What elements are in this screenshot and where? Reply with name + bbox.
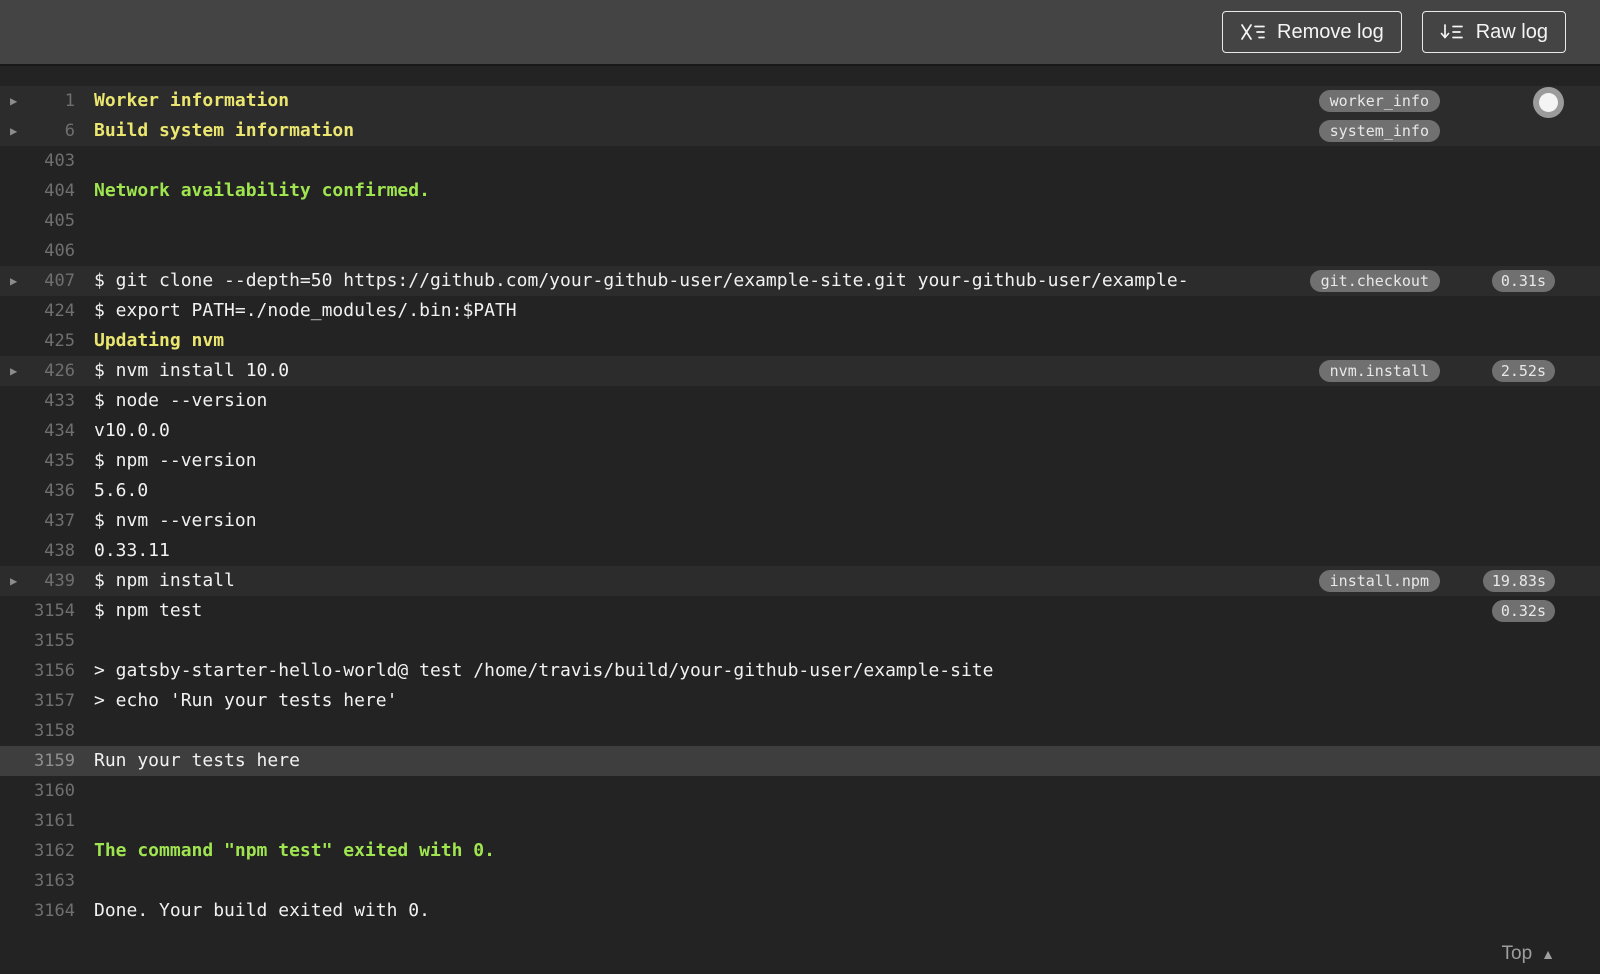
log-text: Done. Your build exited with 0. <box>94 900 430 921</box>
remove-log-label: Remove log <box>1277 20 1384 43</box>
stage-tag-badge: install.npm <box>1318 570 1440 592</box>
line-number-link[interactable]: 3164 <box>0 896 75 926</box>
log-text: Worker information <box>94 90 290 111</box>
line-number-link[interactable]: 405 <box>0 206 75 236</box>
stage-tag-badge: worker_info <box>1318 90 1440 112</box>
remove-log-button[interactable]: Remove log <box>1222 11 1402 53</box>
line-number-link[interactable]: 3161 <box>0 806 75 836</box>
log-row: 424 $ export PATH=./node_modules/.bin:$PA… <box>0 296 1600 326</box>
line-number-link[interactable]: 3160 <box>0 776 75 806</box>
log-row: 434 v10.0.0 <box>0 416 1600 446</box>
line-number-link[interactable]: 433 <box>0 386 75 416</box>
line-number-link[interactable]: 3159 <box>0 746 75 776</box>
log-text: v10.0.0 <box>94 420 170 441</box>
log-row: 403 <box>0 146 1600 176</box>
stage-tag-badge: git.checkout <box>1309 270 1440 292</box>
line-number-link[interactable]: 434 <box>0 416 75 446</box>
log-row: 406 <box>0 236 1600 266</box>
log-row: 437 $ nvm --version <box>0 506 1600 536</box>
log-row: ▶ 1 Worker information worker_info <box>0 86 1600 116</box>
line-number-link[interactable]: 6 <box>0 116 75 146</box>
log-text: 0.33.11 <box>94 540 170 561</box>
line-number-link[interactable]: 426 <box>0 356 75 386</box>
log-row: 436 5.6.0 <box>0 476 1600 506</box>
arrow-up-icon: ▲ <box>1541 946 1555 962</box>
line-number-link[interactable]: 435 <box>0 446 75 476</box>
line-number-link[interactable]: 403 <box>0 146 75 176</box>
log-text: 5.6.0 <box>94 480 149 501</box>
line-number-link[interactable]: 407 <box>0 266 75 296</box>
log-row: 3156 > gatsby-starter-hello-world@ test /… <box>0 656 1600 686</box>
build-log: ▶ 1 Worker information worker_info ▶ 6 Build s… <box>0 66 1600 934</box>
log-text: > gatsby-starter-hello-world@ test /home… <box>94 660 994 681</box>
log-text: Updating nvm <box>94 330 225 351</box>
raw-log-label: Raw log <box>1475 20 1548 43</box>
log-toolbar: Remove log Raw log <box>0 0 1600 66</box>
raw-log-icon <box>1440 23 1465 41</box>
log-text: $ git clone --depth=50 https://github.co… <box>94 270 1189 291</box>
log-row: 3158 <box>0 716 1600 746</box>
duration-badge: 0.31s <box>1491 270 1555 292</box>
log-row: 404 Network availability confirmed. <box>0 176 1600 206</box>
log-row: ▶ 407 $ git clone --depth=50 https://githu… <box>0 266 1600 296</box>
stage-tag-badge: system_info <box>1318 120 1440 142</box>
line-number-link[interactable]: 404 <box>0 176 75 206</box>
line-number-link[interactable]: 3154 <box>0 596 75 626</box>
log-text: Build system information <box>94 120 355 141</box>
line-number-link[interactable]: 439 <box>0 566 75 596</box>
log-row: ▶ 426 $ nvm install 10.0 nvm.install 2.52s <box>0 356 1600 386</box>
log-text: $ nvm install 10.0 <box>94 360 290 381</box>
scroll-to-top-link[interactable]: Top ▲ <box>0 934 1600 974</box>
log-text: Run your tests here <box>94 750 300 771</box>
scroll-indicator-dot <box>1539 93 1558 112</box>
remove-log-icon <box>1240 23 1266 41</box>
log-row: 3164 Done. Your build exited with 0. <box>0 896 1600 926</box>
log-text: $ nvm --version <box>94 510 257 531</box>
log-row: 433 $ node --version <box>0 386 1600 416</box>
line-number-link[interactable]: 437 <box>0 506 75 536</box>
stage-tag-badge: nvm.install <box>1318 360 1440 382</box>
log-text: $ npm test <box>94 600 203 621</box>
log-text: $ npm --version <box>94 450 257 471</box>
log-row: 3159 Run your tests here <box>0 746 1600 776</box>
log-text: > echo 'Run your tests here' <box>94 690 398 711</box>
log-row: ▶ 439 $ npm install install.npm 19.83s <box>0 566 1600 596</box>
line-number-link[interactable]: 3155 <box>0 626 75 656</box>
log-row: 425 Updating nvm <box>0 326 1600 356</box>
log-text: The command "npm test" exited with 0. <box>94 840 495 861</box>
raw-log-button[interactable]: Raw log <box>1421 11 1566 53</box>
line-number-link[interactable]: 438 <box>0 536 75 566</box>
log-row: 435 $ npm --version <box>0 446 1600 476</box>
log-row: ▶ 6 Build system information system_info <box>0 116 1600 146</box>
line-number-link[interactable]: 406 <box>0 236 75 266</box>
log-row: 3161 <box>0 806 1600 836</box>
line-number-link[interactable]: 424 <box>0 296 75 326</box>
line-number-link[interactable]: 3162 <box>0 836 75 866</box>
log-text: $ node --version <box>94 390 268 411</box>
log-text: $ npm install <box>94 570 235 591</box>
log-row: 405 <box>0 206 1600 236</box>
log-row: 3160 <box>0 776 1600 806</box>
log-row: 3163 <box>0 866 1600 896</box>
duration-badge: 2.52s <box>1491 360 1555 382</box>
line-number-link[interactable]: 3157 <box>0 686 75 716</box>
line-number-link[interactable]: 425 <box>0 326 75 356</box>
log-row: 438 0.33.11 <box>0 536 1600 566</box>
log-rows: ▶ 1 Worker information worker_info ▶ 6 Build s… <box>0 86 1600 926</box>
log-text: Network availability confirmed. <box>94 180 430 201</box>
log-row: 3154 $ npm test 0.32s <box>0 596 1600 626</box>
log-text: $ export PATH=./node_modules/.bin:$PATH <box>94 300 517 321</box>
log-row: 3157 > echo 'Run your tests here' <box>0 686 1600 716</box>
line-number-link[interactable]: 3163 <box>0 866 75 896</box>
line-number-link[interactable]: 436 <box>0 476 75 506</box>
line-number-link[interactable]: 3158 <box>0 716 75 746</box>
log-row: 3162 The command "npm test" exited with 0… <box>0 836 1600 866</box>
duration-badge: 0.32s <box>1491 600 1555 622</box>
scroll-indicator[interactable] <box>1533 87 1564 118</box>
line-number-link[interactable]: 3156 <box>0 656 75 686</box>
line-number-link[interactable]: 1 <box>0 86 75 116</box>
top-label: Top <box>1501 943 1533 964</box>
duration-badge: 19.83s <box>1482 570 1555 592</box>
log-row: 3155 <box>0 626 1600 656</box>
